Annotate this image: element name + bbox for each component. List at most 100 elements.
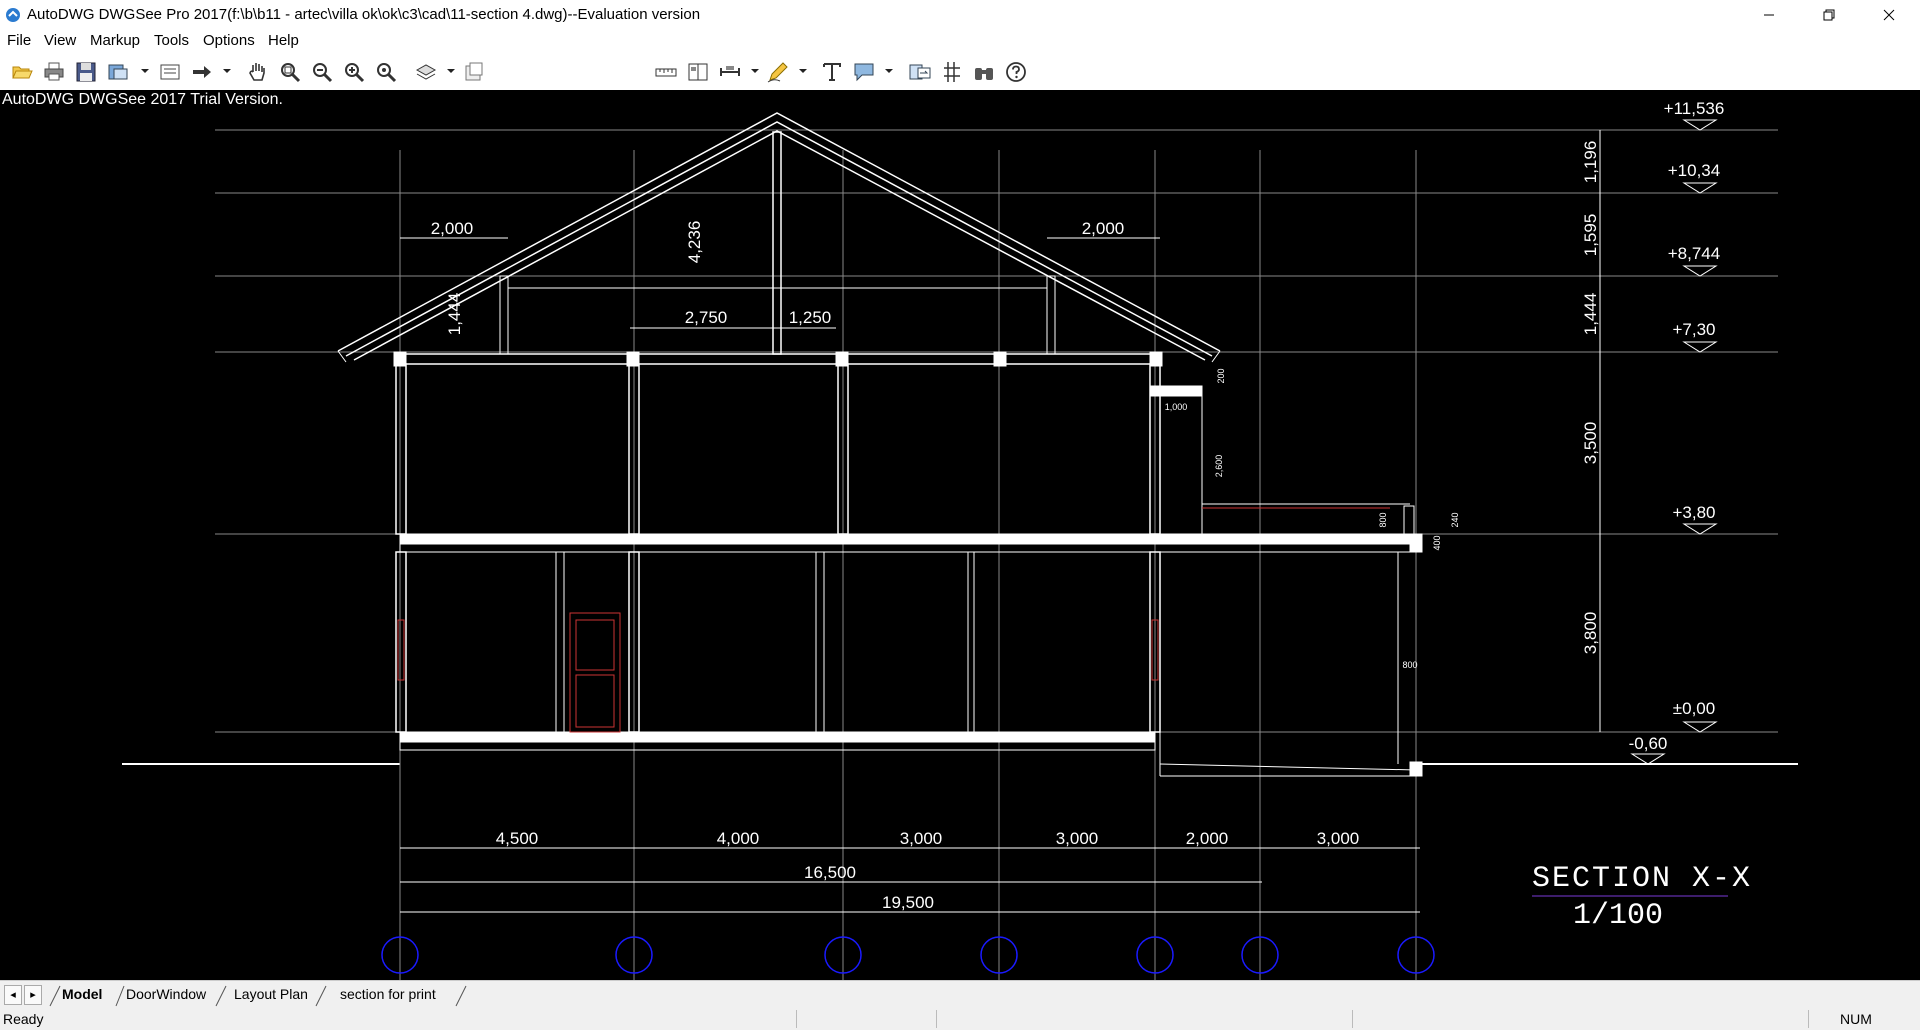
zoom-extents-icon bbox=[377, 63, 397, 83]
pen-icon bbox=[767, 62, 788, 83]
level-label: +8,744 bbox=[1668, 244, 1720, 263]
text-icon bbox=[823, 63, 841, 81]
measure-icon bbox=[655, 68, 677, 77]
compare-button[interactable] bbox=[686, 60, 710, 84]
arrow-icon bbox=[193, 66, 211, 78]
small-dim-label: 2,600 bbox=[1214, 455, 1224, 478]
chevron-down-icon[interactable] bbox=[140, 64, 150, 78]
dim-label: 3,500 bbox=[1581, 422, 1600, 465]
status-panel bbox=[936, 1010, 1353, 1028]
export-button[interactable] bbox=[106, 60, 130, 84]
layer-button[interactable] bbox=[414, 60, 438, 84]
trim-button[interactable] bbox=[940, 60, 964, 84]
pan-icon bbox=[249, 63, 265, 81]
menu-markup[interactable]: Markup bbox=[90, 32, 140, 49]
save-icon bbox=[76, 62, 96, 82]
pen-button[interactable] bbox=[766, 60, 790, 84]
app-logo-icon bbox=[6, 8, 20, 22]
zoom-in-icon bbox=[345, 63, 365, 83]
comment-button[interactable] bbox=[852, 60, 876, 84]
dim-label: 16,500 bbox=[804, 863, 856, 882]
tab-separators bbox=[49, 985, 467, 1007]
help-icon bbox=[1006, 62, 1026, 82]
minimize-icon bbox=[1764, 14, 1774, 16]
menu-view[interactable]: View bbox=[44, 32, 76, 49]
zoom-extents-button[interactable] bbox=[374, 60, 398, 84]
small-dim-label: 800 bbox=[1402, 660, 1417, 670]
toolbar: 0 bbox=[0, 54, 1920, 138]
zoom-in-button[interactable] bbox=[342, 60, 366, 84]
small-dim-label: 1,000 bbox=[1165, 402, 1188, 412]
compare-icon bbox=[688, 63, 708, 81]
layer-toggle-icon bbox=[465, 62, 483, 81]
restore-button[interactable] bbox=[1806, 0, 1852, 30]
binoculars-icon bbox=[975, 68, 993, 80]
title-bar: AutoDWG DWGSee Pro 2017(f:\b\b11 - artec… bbox=[0, 0, 1920, 30]
menu-file[interactable]: File bbox=[7, 32, 31, 49]
page-setup-button[interactable] bbox=[158, 60, 182, 84]
convert-icon bbox=[909, 64, 931, 80]
dim-label: 4,500 bbox=[496, 829, 539, 848]
menu-tools[interactable]: Tools bbox=[154, 32, 189, 49]
dim-label: 1,595 bbox=[1581, 214, 1600, 257]
zoom-window-icon bbox=[281, 63, 301, 83]
close-button[interactable] bbox=[1866, 0, 1912, 30]
level-label: ±0,00 bbox=[1673, 699, 1715, 718]
dim-label: 3,000 bbox=[1317, 829, 1360, 848]
zoom-out-icon bbox=[313, 63, 333, 83]
dim-label: 1,444 bbox=[1581, 293, 1600, 336]
dim-label: 4,000 bbox=[717, 829, 760, 848]
minimize-button[interactable] bbox=[1746, 0, 1792, 30]
status-panel bbox=[1808, 1010, 1835, 1028]
menu-bar: File View Markup Tools Options Help bbox=[0, 30, 1920, 54]
align-button[interactable] bbox=[718, 60, 742, 84]
dim-label: 2,000 bbox=[431, 219, 474, 238]
menu-options[interactable]: Options bbox=[203, 32, 255, 49]
level-label: -0,60 bbox=[1629, 734, 1668, 753]
tab-prev-button[interactable]: ◂ bbox=[4, 985, 22, 1005]
small-dim-label: 400 bbox=[1432, 535, 1442, 550]
dim-label: 1,196 bbox=[1581, 141, 1600, 184]
align-icon bbox=[720, 66, 740, 76]
status-bar: Ready NUM bbox=[0, 1008, 1920, 1030]
pan-button[interactable] bbox=[246, 60, 270, 84]
chevron-down-icon[interactable] bbox=[884, 64, 894, 78]
save-button[interactable] bbox=[74, 60, 98, 84]
zoom-window-button[interactable] bbox=[278, 60, 302, 84]
chevron-down-icon[interactable] bbox=[222, 64, 232, 78]
chevron-down-icon[interactable] bbox=[798, 64, 808, 78]
layout-tabs: ◂ ▸ Model DoorWindow Layout Plan section… bbox=[0, 980, 1920, 1009]
zoom-out-button[interactable] bbox=[310, 60, 334, 84]
drawing-canvas[interactable]: +11,536 +10,34 +8,744 +7,30 +3,80 ±0,00 … bbox=[0, 90, 1920, 980]
small-dim-label: 240 bbox=[1450, 512, 1460, 527]
trial-notice: AutoDWG DWGSee 2017 Trial Version. bbox=[2, 91, 283, 108]
dim-label: 2,000 bbox=[1186, 829, 1229, 848]
dim-label: 3,000 bbox=[900, 829, 943, 848]
find-button[interactable] bbox=[972, 60, 996, 84]
level-label: +10,34 bbox=[1668, 161, 1720, 180]
text-button[interactable] bbox=[820, 60, 844, 84]
open-button[interactable] bbox=[10, 60, 34, 84]
menu-help[interactable]: Help bbox=[268, 32, 299, 49]
status-panel bbox=[796, 1010, 937, 1028]
status-panel bbox=[1352, 1010, 1809, 1028]
dim-label: 1,250 bbox=[789, 308, 832, 327]
section-scale: 1/100 bbox=[1573, 899, 1663, 933]
next-button[interactable] bbox=[190, 60, 214, 84]
layer-manager-button[interactable] bbox=[462, 60, 486, 84]
measure-button[interactable] bbox=[654, 60, 678, 84]
help-button[interactable] bbox=[1004, 60, 1028, 84]
section-title: SECTION X-X bbox=[1532, 862, 1752, 896]
chevron-down-icon[interactable] bbox=[446, 64, 456, 78]
convert-button[interactable] bbox=[908, 60, 932, 84]
page-setup-icon bbox=[160, 64, 180, 80]
print-button[interactable] bbox=[42, 60, 66, 84]
trim-icon bbox=[944, 62, 960, 82]
chevron-down-icon[interactable] bbox=[750, 64, 760, 78]
restore-icon bbox=[1823, 9, 1835, 21]
small-dim-label: 200 bbox=[1216, 368, 1226, 383]
level-label: +11,536 bbox=[1664, 99, 1725, 118]
level-label: +3,80 bbox=[1672, 503, 1715, 522]
dim-label: 19,500 bbox=[882, 893, 934, 912]
section-drawing[interactable]: +11,536 +10,34 +8,744 +7,30 +3,80 ±0,00 … bbox=[0, 90, 1920, 980]
